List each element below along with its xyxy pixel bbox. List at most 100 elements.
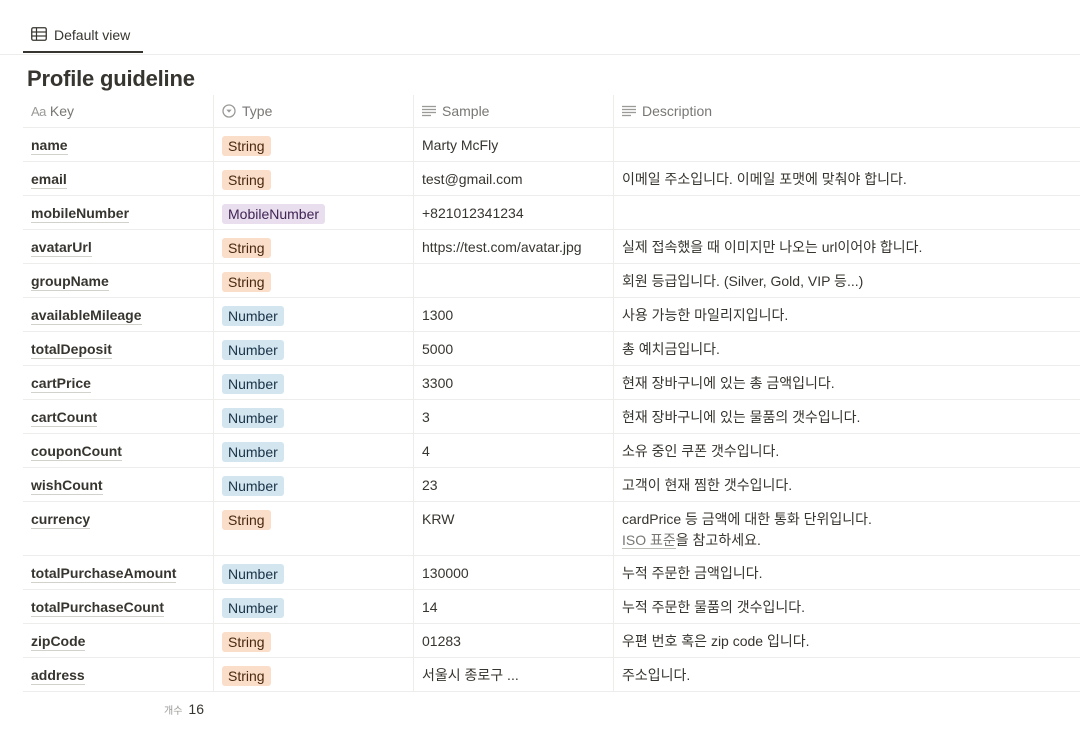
key-cell[interactable]: zipCode (23, 624, 213, 657)
description-cell[interactable]: 누적 주문한 물품의 갯수입니다. (613, 590, 1080, 623)
key-cell[interactable]: mobileNumber (23, 196, 213, 229)
table-row[interactable]: cartCount Number 3 현재 장바구니에 있는 물품의 갯수입니다… (23, 400, 1080, 434)
type-cell[interactable]: Number (213, 400, 413, 433)
description-cell[interactable]: 총 예치금입니다. (613, 332, 1080, 365)
key-cell[interactable]: availableMileage (23, 298, 213, 331)
table-row[interactable]: wishCount Number 23 고객이 현재 찜한 갯수입니다. (23, 468, 1080, 502)
description-cell[interactable] (613, 196, 1080, 229)
type-tag: String (222, 170, 271, 190)
iso-standard-link[interactable]: ISO 표준 (622, 532, 676, 549)
description-cell[interactable]: 사용 가능한 마일리지입니다. (613, 298, 1080, 331)
key-text: zipCode (31, 633, 86, 651)
table-row[interactable]: availableMileage Number 1300 사용 가능한 마일리지… (23, 298, 1080, 332)
table-row[interactable]: couponCount Number 4 소유 중인 쿠폰 갯수입니다. (23, 434, 1080, 468)
sample-cell[interactable]: 130000 (413, 556, 613, 589)
key-cell[interactable]: address (23, 658, 213, 691)
type-cell[interactable]: String (213, 230, 413, 263)
table-row[interactable]: currency String KRW cardPrice 등 금액에 대한 통… (23, 502, 1080, 556)
description-cell[interactable]: 우편 번호 혹은 zip code 입니다. (613, 624, 1080, 657)
sample-cell[interactable]: https://test.com/avatar.jpg (413, 230, 613, 263)
type-cell[interactable]: Number (213, 332, 413, 365)
table-row[interactable]: totalPurchaseCount Number 14 누적 주문한 물품의 … (23, 590, 1080, 624)
table-row[interactable]: totalPurchaseAmount Number 130000 누적 주문한… (23, 556, 1080, 590)
column-header-type[interactable]: Type (213, 95, 413, 127)
table-row[interactable]: avatarUrl String https://test.com/avatar… (23, 230, 1080, 264)
table-row[interactable]: name String Marty McFly (23, 128, 1080, 162)
description-cell[interactable]: 고객이 현재 찜한 갯수입니다. (613, 468, 1080, 501)
sample-cell[interactable]: KRW (413, 502, 613, 555)
key-cell[interactable]: wishCount (23, 468, 213, 501)
key-cell[interactable]: cartCount (23, 400, 213, 433)
type-cell[interactable]: String (213, 162, 413, 195)
description-cell[interactable]: 현재 장바구니에 있는 총 금액입니다. (613, 366, 1080, 399)
page-title: Profile guideline (27, 66, 195, 91)
sample-cell[interactable] (413, 264, 613, 297)
type-cell[interactable]: Number (213, 468, 413, 501)
sample-cell[interactable]: Marty McFly (413, 128, 613, 161)
key-cell[interactable]: totalPurchaseCount (23, 590, 213, 623)
sample-cell[interactable]: 5000 (413, 332, 613, 365)
key-text: availableMileage (31, 307, 142, 325)
type-cell[interactable]: String (213, 658, 413, 691)
type-tag: Number (222, 340, 284, 360)
type-cell[interactable]: Number (213, 366, 413, 399)
type-cell[interactable]: Number (213, 298, 413, 331)
key-text: mobileNumber (31, 205, 130, 223)
type-tag: Number (222, 598, 284, 618)
sample-cell[interactable]: 3 (413, 400, 613, 433)
key-cell[interactable]: currency (23, 502, 213, 555)
type-cell[interactable]: MobileNumber (213, 196, 413, 229)
type-cell[interactable]: Number (213, 590, 413, 623)
sample-cell[interactable]: 23 (413, 468, 613, 501)
key-cell[interactable]: cartPrice (23, 366, 213, 399)
tab-default-view[interactable]: Default view (23, 16, 143, 53)
column-header-description[interactable]: Description (613, 95, 1080, 127)
type-cell[interactable]: String (213, 128, 413, 161)
table-row[interactable]: groupName String 회원 등급입니다. (Silver, Gold… (23, 264, 1080, 298)
description-cell[interactable] (613, 128, 1080, 161)
description-cell[interactable]: 누적 주문한 금액입니다. (613, 556, 1080, 589)
key-cell[interactable]: name (23, 128, 213, 161)
count-label: 개수 (164, 706, 183, 717)
table-footer-count[interactable]: 개수 16 (164, 701, 204, 717)
description-cell[interactable]: 소유 중인 쿠폰 갯수입니다. (613, 434, 1080, 467)
description-line: ISO 표준을 참고하세요. (622, 530, 1072, 551)
type-cell[interactable]: Number (213, 556, 413, 589)
description-cell[interactable]: 회원 등급입니다. (Silver, Gold, VIP 등...) (613, 264, 1080, 297)
table-row[interactable]: zipCode String 01283 우편 번호 혹은 zip code 입… (23, 624, 1080, 658)
sample-cell[interactable]: 01283 (413, 624, 613, 657)
type-cell[interactable]: Number (213, 434, 413, 467)
type-cell[interactable]: String (213, 264, 413, 297)
key-cell[interactable]: totalPurchaseAmount (23, 556, 213, 589)
column-header-sample[interactable]: Sample (413, 95, 613, 127)
sample-cell[interactable]: +821012341234 (413, 196, 613, 229)
sample-cell[interactable]: 1300 (413, 298, 613, 331)
type-cell[interactable]: String (213, 624, 413, 657)
sample-cell[interactable]: 서울시 종로구 ... (413, 658, 613, 691)
table-row[interactable]: cartPrice Number 3300 현재 장바구니에 있는 총 금액입니… (23, 366, 1080, 400)
sample-cell[interactable]: 14 (413, 590, 613, 623)
description-cell[interactable]: cardPrice 등 금액에 대한 통화 단위입니다. ISO 표준을 참고하… (613, 502, 1080, 555)
key-text: cartCount (31, 409, 98, 427)
key-cell[interactable]: email (23, 162, 213, 195)
description-cell[interactable]: 현재 장바구니에 있는 물품의 갯수입니다. (613, 400, 1080, 433)
table-row[interactable]: mobileNumber MobileNumber +821012341234 (23, 196, 1080, 230)
type-tag: String (222, 136, 271, 156)
type-tag: String (222, 666, 271, 686)
table-row[interactable]: email String test@gmail.com 이메일 주소입니다. 이… (23, 162, 1080, 196)
type-cell[interactable]: String (213, 502, 413, 555)
key-cell[interactable]: avatarUrl (23, 230, 213, 263)
sample-cell[interactable]: 4 (413, 434, 613, 467)
description-cell[interactable]: 주소입니다. (613, 658, 1080, 691)
table-row[interactable]: totalDeposit Number 5000 총 예치금입니다. (23, 332, 1080, 366)
key-cell[interactable]: groupName (23, 264, 213, 297)
type-tag: Number (222, 476, 284, 496)
key-cell[interactable]: couponCount (23, 434, 213, 467)
column-header-key[interactable]: Aa Key (23, 95, 213, 127)
description-cell[interactable]: 이메일 주소입니다. 이메일 포맷에 맞춰야 합니다. (613, 162, 1080, 195)
key-cell[interactable]: totalDeposit (23, 332, 213, 365)
table-row[interactable]: address String 서울시 종로구 ... 주소입니다. (23, 658, 1080, 692)
sample-cell[interactable]: test@gmail.com (413, 162, 613, 195)
sample-cell[interactable]: 3300 (413, 366, 613, 399)
description-cell[interactable]: 실제 접속했을 때 이미지만 나오는 url이어야 합니다. (613, 230, 1080, 263)
